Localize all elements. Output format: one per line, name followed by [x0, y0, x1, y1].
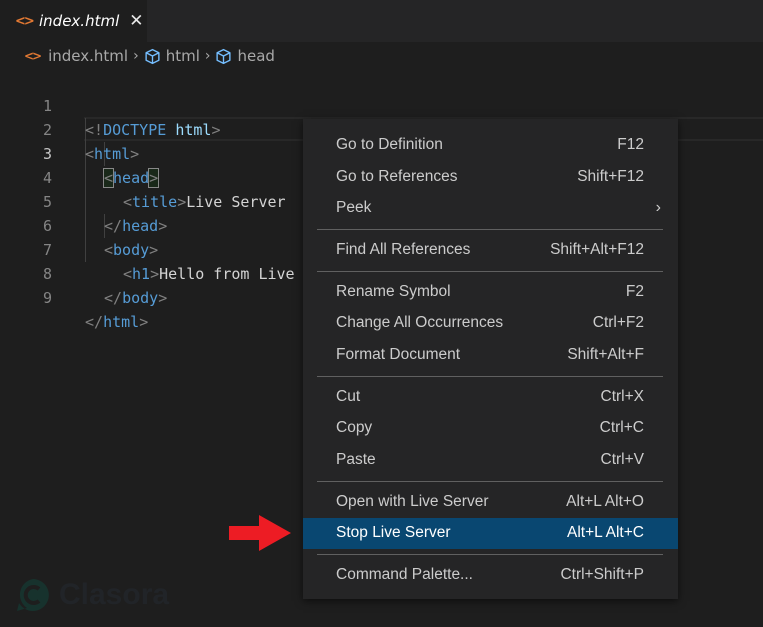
token-tag: html: [103, 313, 140, 331]
menu-item-stop-live-server[interactable]: Stop Live Server Alt+L Alt+C: [303, 517, 678, 550]
menu-item-label: Go to Definition: [336, 135, 443, 153]
menu-item-shortcut: Shift+F12: [577, 167, 644, 185]
watermark-logo-icon: [17, 579, 49, 611]
menu-item-format-document[interactable]: Format Document Shift+Alt+F: [303, 339, 678, 371]
code-line: 1 <!DOCTYPE html>: [0, 70, 763, 139]
menu-item-shortcut: Alt+L Alt+C: [567, 524, 644, 542]
menu-item-shortcut: Ctrl+Shift+P: [560, 566, 644, 584]
menu-item-shortcut: Ctrl+X: [600, 387, 645, 405]
menu-separator: [317, 270, 663, 272]
chevron-right-icon: ›: [133, 48, 139, 64]
menu-item-label: Rename Symbol: [336, 282, 451, 300]
menu-item-label: Paste: [336, 451, 376, 469]
menu-item-label: Command Palette...: [336, 566, 473, 584]
tab-index-html[interactable]: <> index.html ✕: [0, 0, 147, 42]
menu-item-go-to-references[interactable]: Go to References Shift+F12: [303, 161, 678, 193]
menu-item-copy[interactable]: Copy Ctrl+C: [303, 413, 678, 445]
menu-separator: [317, 554, 663, 556]
annotation-arrow-icon: [229, 515, 291, 551]
menu-item-shortcut: Shift+Alt+F12: [550, 240, 644, 258]
symbol-cube-icon: [145, 48, 160, 64]
menu-separator: [317, 229, 663, 231]
tab-label: index.html: [39, 12, 120, 30]
token-tag: body: [122, 289, 159, 307]
menu-item-change-all-occurrences[interactable]: Change All Occurrences Ctrl+F2: [303, 307, 678, 339]
menu-item-label: Open with Live Server: [336, 492, 489, 510]
menu-item-find-all-references[interactable]: Find All References Shift+Alt+F12: [303, 234, 678, 266]
menu-item-shortcut: F2: [625, 282, 644, 300]
watermark: Clasora: [15, 577, 169, 613]
code-line: 2 <html>: [0, 94, 763, 163]
token-punct: </: [85, 313, 104, 331]
menu-item-label: Cut: [336, 387, 361, 405]
menu-item-shortcut: Ctrl+F2: [592, 314, 644, 332]
breadcrumb-item-html[interactable]: html: [166, 47, 200, 65]
breadcrumb: <> index.html › html › head: [0, 42, 763, 70]
context-menu: Go to Definition F12 Go to References Sh…: [303, 119, 678, 599]
menu-item-label: Stop Live Server: [336, 524, 451, 542]
menu-item-peek[interactable]: Peek ›: [303, 192, 678, 224]
menu-item-shortcut: Alt+L Alt+O: [566, 492, 644, 510]
menu-item-cut[interactable]: Cut Ctrl+X: [303, 381, 678, 413]
breadcrumb-file[interactable]: index.html: [48, 47, 128, 65]
menu-separator: [317, 375, 663, 377]
menu-item-label: Format Document: [336, 345, 461, 363]
menu-item-shortcut: Ctrl+V: [600, 451, 645, 469]
token-punct: </: [104, 289, 123, 307]
menu-item-paste[interactable]: Paste Ctrl+V: [303, 444, 678, 476]
menu-item-label: Copy: [336, 419, 373, 437]
close-icon[interactable]: ✕: [129, 11, 143, 31]
line-number: 9: [42, 289, 52, 307]
menu-item-shortcut: Shift+Alt+F: [567, 345, 644, 363]
menu-item-command-palette[interactable]: Command Palette... Ctrl+Shift+P: [303, 559, 678, 591]
menu-item-label: Find All References: [336, 240, 471, 258]
menu-item-open-with-live-server[interactable]: Open with Live Server Alt+L Alt+O: [303, 486, 678, 518]
menu-separator: [317, 480, 663, 482]
symbol-cube-icon: [216, 48, 232, 64]
watermark-text: Clasora: [59, 578, 170, 611]
tab-bar: <> index.html ✕: [0, 0, 763, 42]
chevron-right-icon: ›: [655, 199, 661, 217]
menu-item-rename-symbol[interactable]: Rename Symbol F2: [303, 276, 678, 308]
menu-item-shortcut: F12: [617, 135, 644, 153]
token-punct: >: [139, 313, 149, 331]
breadcrumb-item-head[interactable]: head: [237, 47, 274, 65]
html-file-icon: <>: [15, 13, 35, 29]
chevron-right-icon: ›: [204, 48, 211, 64]
token-punct: >: [158, 289, 168, 307]
menu-item-label: Peek: [336, 199, 372, 217]
menu-item-go-to-definition[interactable]: Go to Definition F12: [303, 129, 678, 161]
html-file-icon: <>: [24, 49, 42, 63]
menu-item-label: Go to References: [336, 167, 458, 185]
menu-item-label: Change All Occurrences: [336, 314, 504, 332]
menu-item-shortcut: Ctrl+C: [599, 419, 644, 437]
